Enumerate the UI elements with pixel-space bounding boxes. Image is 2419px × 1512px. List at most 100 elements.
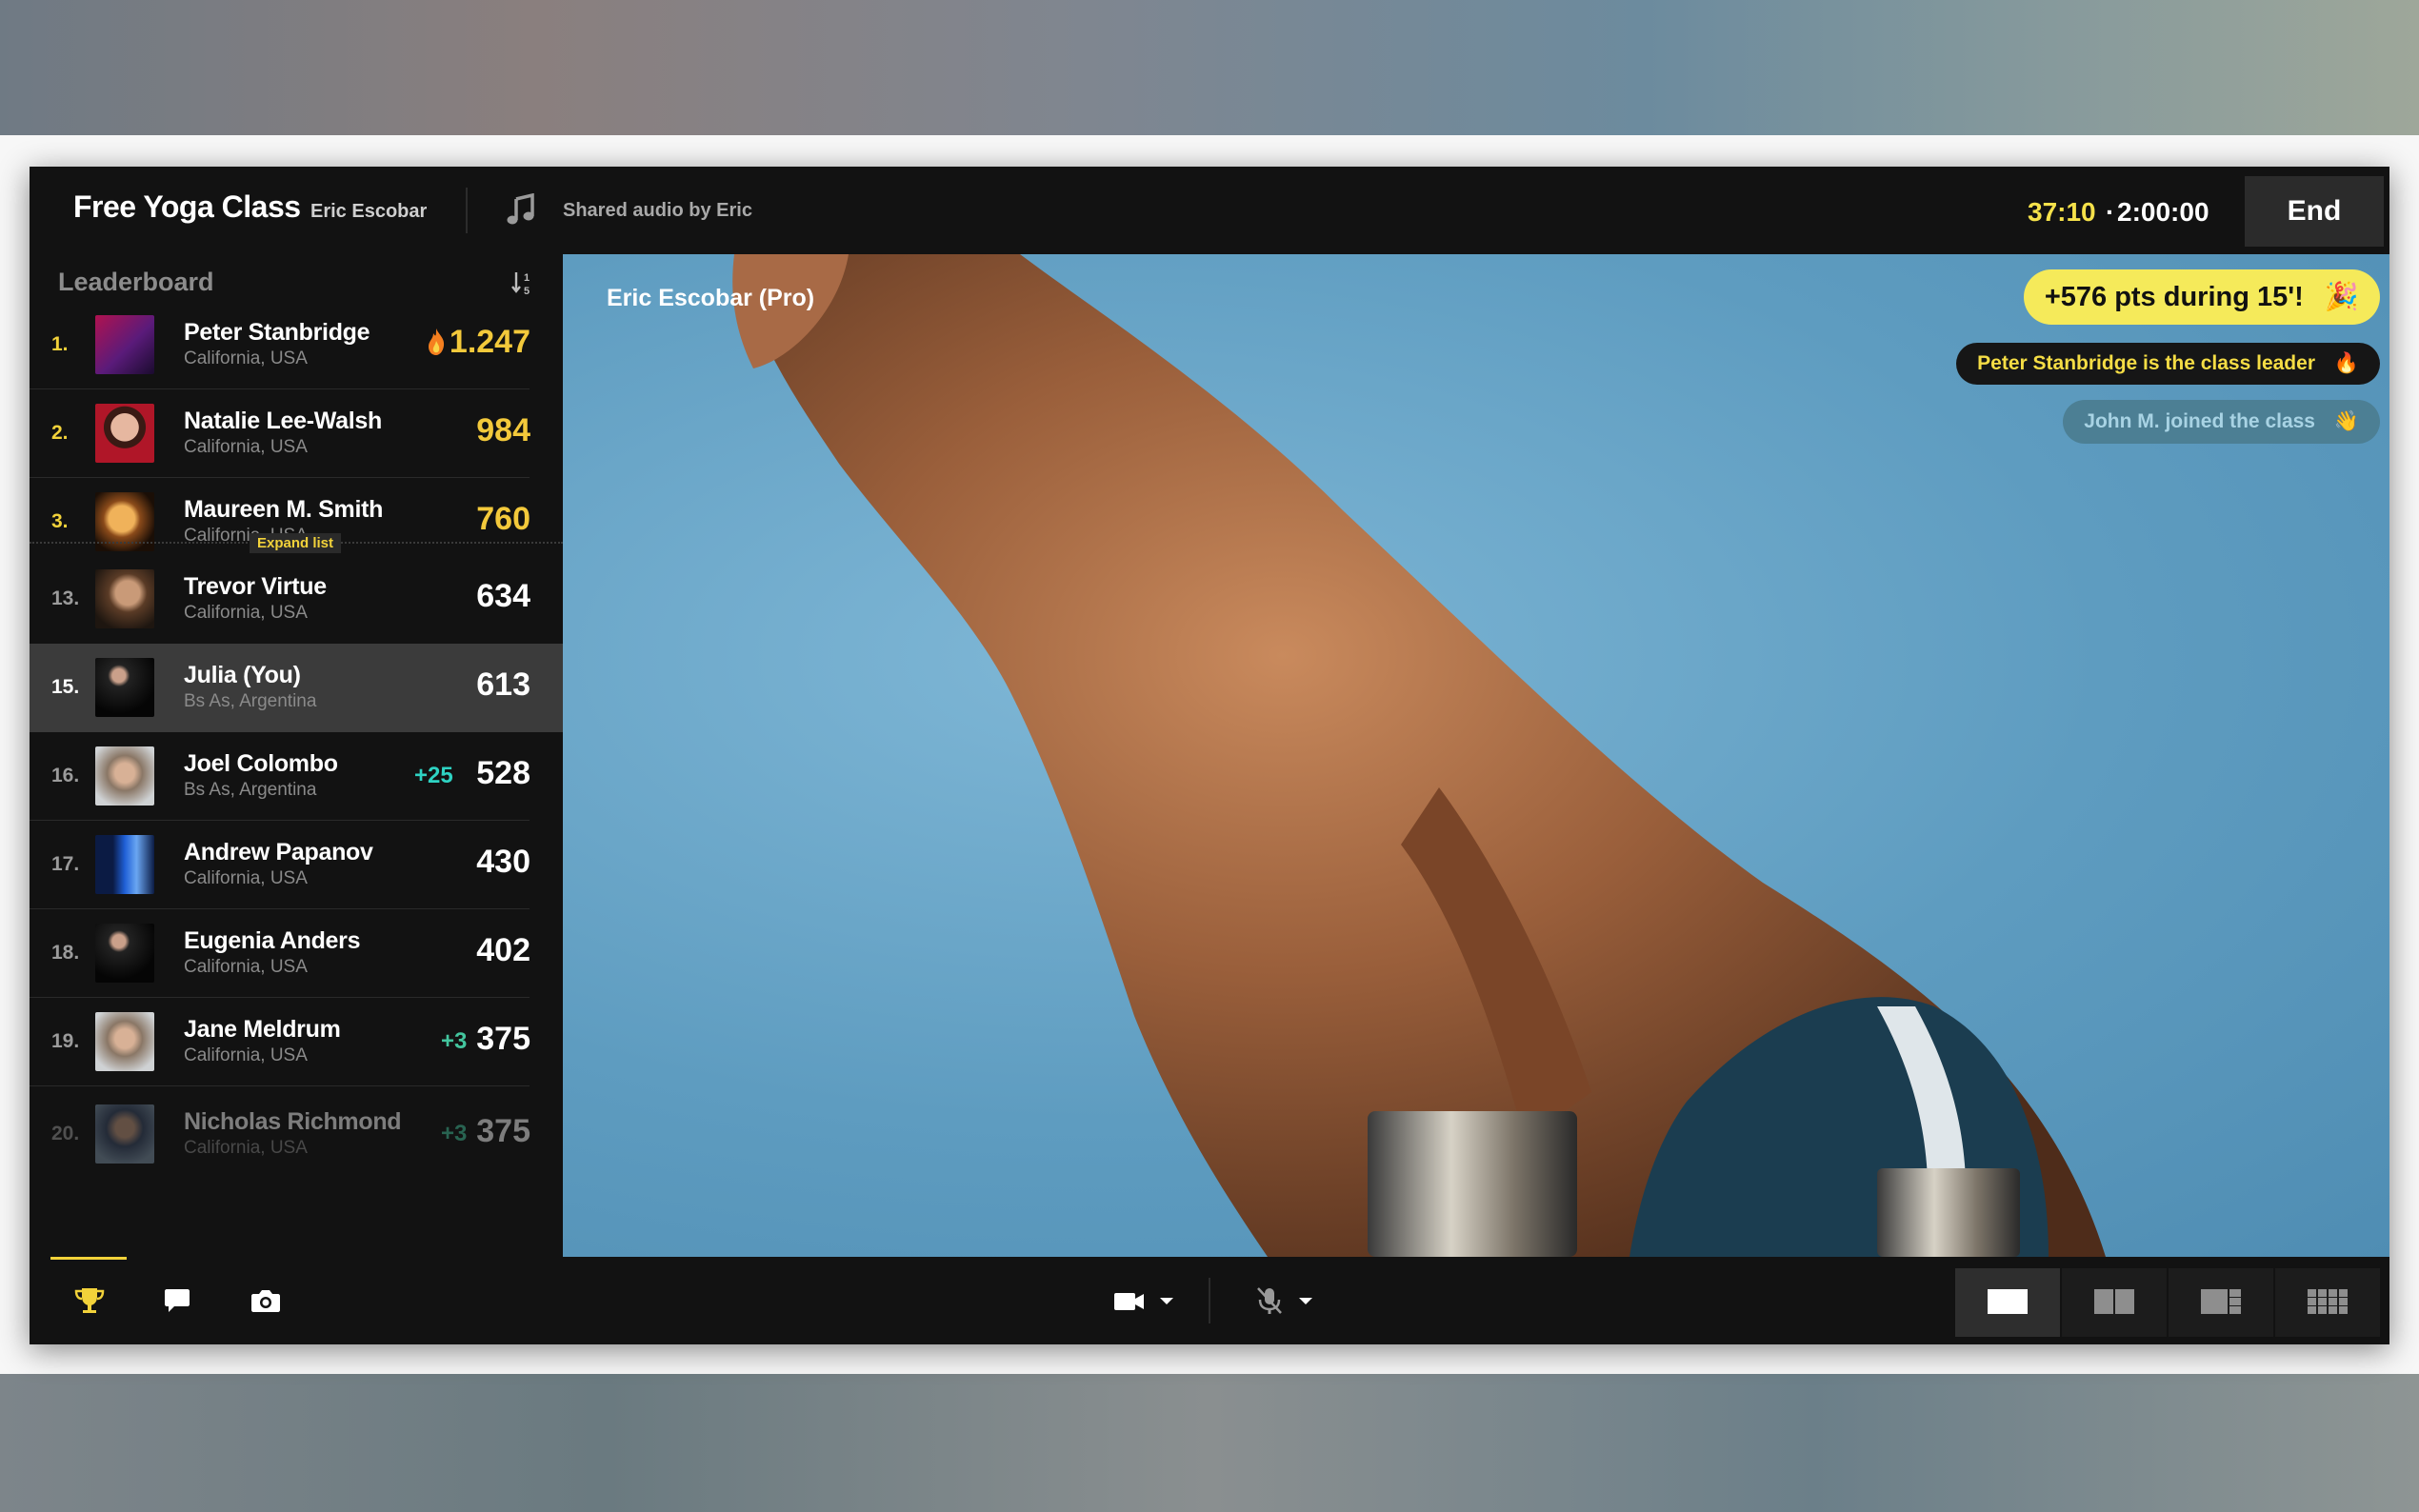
rank: 17. bbox=[51, 853, 80, 875]
leaderboard-row[interactable]: 1. Peter Stanbridge California, USA 1.24… bbox=[30, 301, 563, 389]
leaderboard-row-current-user[interactable]: 15. Julia (You) Bs As, Argentina 613 bbox=[30, 644, 563, 732]
shared-audio-label: Shared audio by Eric bbox=[563, 200, 752, 221]
rank: 15. bbox=[51, 676, 80, 698]
layout-split-icon bbox=[2094, 1288, 2134, 1314]
player-location: California, USA bbox=[184, 1045, 308, 1065]
expand-list-button[interactable]: Expand list bbox=[250, 533, 342, 553]
chevron-down-icon[interactable] bbox=[1155, 1285, 1178, 1316]
video-class-app: Free Yoga Class Eric Escobar Shared audi… bbox=[30, 167, 2389, 1344]
avatar bbox=[95, 404, 154, 463]
rank: 13. bbox=[51, 587, 80, 609]
rank: 19. bbox=[51, 1030, 80, 1052]
points-toast-text: +576 pts during 15'! bbox=[2044, 282, 2304, 312]
player-name: Joel Colombo bbox=[184, 750, 338, 777]
timer-total: 2:00:00 bbox=[2117, 197, 2209, 227]
bottom-toolbar bbox=[30, 1257, 2389, 1344]
player-score: 375 bbox=[476, 1113, 530, 1149]
layout-spotlight-icon bbox=[2201, 1288, 2241, 1314]
row-divider bbox=[30, 1085, 530, 1086]
leaderboard-row[interactable]: 20. Nicholas Richmond California, USA +3… bbox=[30, 1090, 563, 1179]
player-name: Nicholas Richmond bbox=[184, 1108, 402, 1135]
player-score: 634 bbox=[476, 578, 530, 614]
sort-icon[interactable]: 1 5 bbox=[510, 269, 535, 296]
player-score: 984 bbox=[476, 412, 530, 448]
rank: 3. bbox=[51, 510, 69, 532]
main-video[interactable]: Eric Escobar (Pro) +576 pts during 15'! … bbox=[563, 254, 2389, 1257]
player-location: California, USA bbox=[184, 957, 308, 977]
avatar bbox=[95, 746, 154, 806]
leaderboard-row[interactable]: 13. Trevor Virtue California, USA 634 bbox=[30, 555, 563, 644]
svg-text:5: 5 bbox=[524, 286, 530, 296]
leaderboard-row[interactable]: 19. Jane Meldrum California, USA +3 375 bbox=[30, 998, 563, 1086]
player-name: Julia (You) bbox=[184, 662, 301, 688]
avatar bbox=[95, 924, 154, 983]
player-location: Bs As, Argentina bbox=[184, 691, 317, 711]
avatar bbox=[95, 569, 154, 628]
player-score: 528 bbox=[476, 755, 530, 791]
instructor-name: Eric Escobar bbox=[310, 201, 428, 222]
background-blur-bottom bbox=[0, 1374, 2419, 1512]
player-location: California, USA bbox=[184, 348, 308, 368]
top-bar: Free Yoga Class Eric Escobar Shared audi… bbox=[30, 167, 2389, 254]
layout-single-icon bbox=[1988, 1288, 2028, 1314]
avatar bbox=[95, 658, 154, 717]
avatar bbox=[95, 835, 154, 894]
chat-icon[interactable] bbox=[160, 1285, 194, 1316]
player-location: California, USA bbox=[184, 603, 308, 623]
leaderboard-row[interactable]: 17. Andrew Papanov California, USA 430 bbox=[30, 821, 563, 909]
leaderboard-row[interactable]: 2. Natalie Lee-Walsh California, USA 984 bbox=[30, 389, 563, 478]
player-score: 402 bbox=[476, 932, 530, 968]
rank: 2. bbox=[51, 422, 69, 444]
player-name: Andrew Papanov bbox=[184, 839, 373, 865]
avatar bbox=[95, 1104, 154, 1164]
divider bbox=[1209, 1278, 1210, 1323]
player-location: California, USA bbox=[184, 437, 308, 457]
expand-list-divider: Expand list bbox=[30, 533, 563, 553]
player-score: 430 bbox=[476, 844, 530, 880]
end-class-button[interactable]: End bbox=[2245, 176, 2384, 247]
layout-grid-button[interactable] bbox=[2275, 1268, 2380, 1337]
player-name: Trevor Virtue bbox=[184, 573, 327, 600]
player-name: Eugenia Anders bbox=[184, 927, 361, 954]
player-score: 613 bbox=[476, 666, 530, 703]
player-score: 1.247 bbox=[449, 324, 530, 360]
class-title: Free Yoga Class bbox=[73, 189, 301, 224]
join-toast: John M. joined the class 👋 bbox=[2063, 400, 2380, 444]
rank: 16. bbox=[51, 765, 80, 786]
timer-separator: · bbox=[2106, 197, 2115, 227]
rank: 20. bbox=[51, 1123, 80, 1144]
layout-single-button[interactable] bbox=[1955, 1268, 2060, 1337]
leaderboard-row[interactable]: 3. Maureen M. Smith California, USA 760 bbox=[30, 478, 563, 567]
leaderboard-panel: Leaderboard 1 5 1. Peter Stanbridge Cali… bbox=[30, 254, 563, 1257]
flame-icon: 🔥 bbox=[2333, 352, 2359, 374]
join-toast-text: John M. joined the class bbox=[2084, 410, 2315, 432]
camera-icon[interactable] bbox=[249, 1285, 283, 1316]
score-delta: +25 bbox=[414, 763, 453, 788]
music-note-icon[interactable] bbox=[506, 193, 536, 226]
leaderboard-row[interactable]: 18. Eugenia Anders California, USA 402 bbox=[30, 909, 563, 998]
presenter-label: Eric Escobar (Pro) bbox=[607, 285, 815, 311]
score-delta: +3 bbox=[441, 1028, 468, 1054]
points-toast: +576 pts during 15'! 🎉 bbox=[2023, 269, 2380, 325]
player-name: Peter Stanbridge bbox=[184, 319, 370, 346]
active-tab-indicator bbox=[50, 1257, 127, 1260]
microphone-muted-icon[interactable] bbox=[1250, 1285, 1289, 1316]
layout-spotlight-button[interactable] bbox=[2169, 1268, 2273, 1337]
score-delta: +3 bbox=[441, 1121, 468, 1146]
player-location: Bs As, Argentina bbox=[184, 780, 317, 800]
leader-toast: Peter Stanbridge is the class leader 🔥 bbox=[1956, 343, 2380, 385]
video-camera-icon[interactable] bbox=[1111, 1285, 1150, 1316]
party-popper-icon: 🎉 bbox=[2324, 282, 2359, 312]
player-name: Maureen M. Smith bbox=[184, 496, 384, 523]
layout-split-button[interactable] bbox=[2062, 1268, 2167, 1337]
leaderboard-title: Leaderboard bbox=[58, 268, 214, 296]
leaderboard-row[interactable]: 16. Joel Colombo Bs As, Argentina +25 52… bbox=[30, 732, 563, 821]
player-name: Natalie Lee-Walsh bbox=[184, 408, 382, 434]
chevron-down-icon[interactable] bbox=[1294, 1285, 1317, 1316]
avatar bbox=[95, 1012, 154, 1071]
trophy-icon[interactable] bbox=[72, 1285, 107, 1316]
player-location: California, USA bbox=[184, 868, 308, 888]
avatar bbox=[95, 315, 154, 374]
wave-icon: 👋 bbox=[2333, 410, 2359, 432]
layout-grid-icon bbox=[2308, 1288, 2348, 1314]
